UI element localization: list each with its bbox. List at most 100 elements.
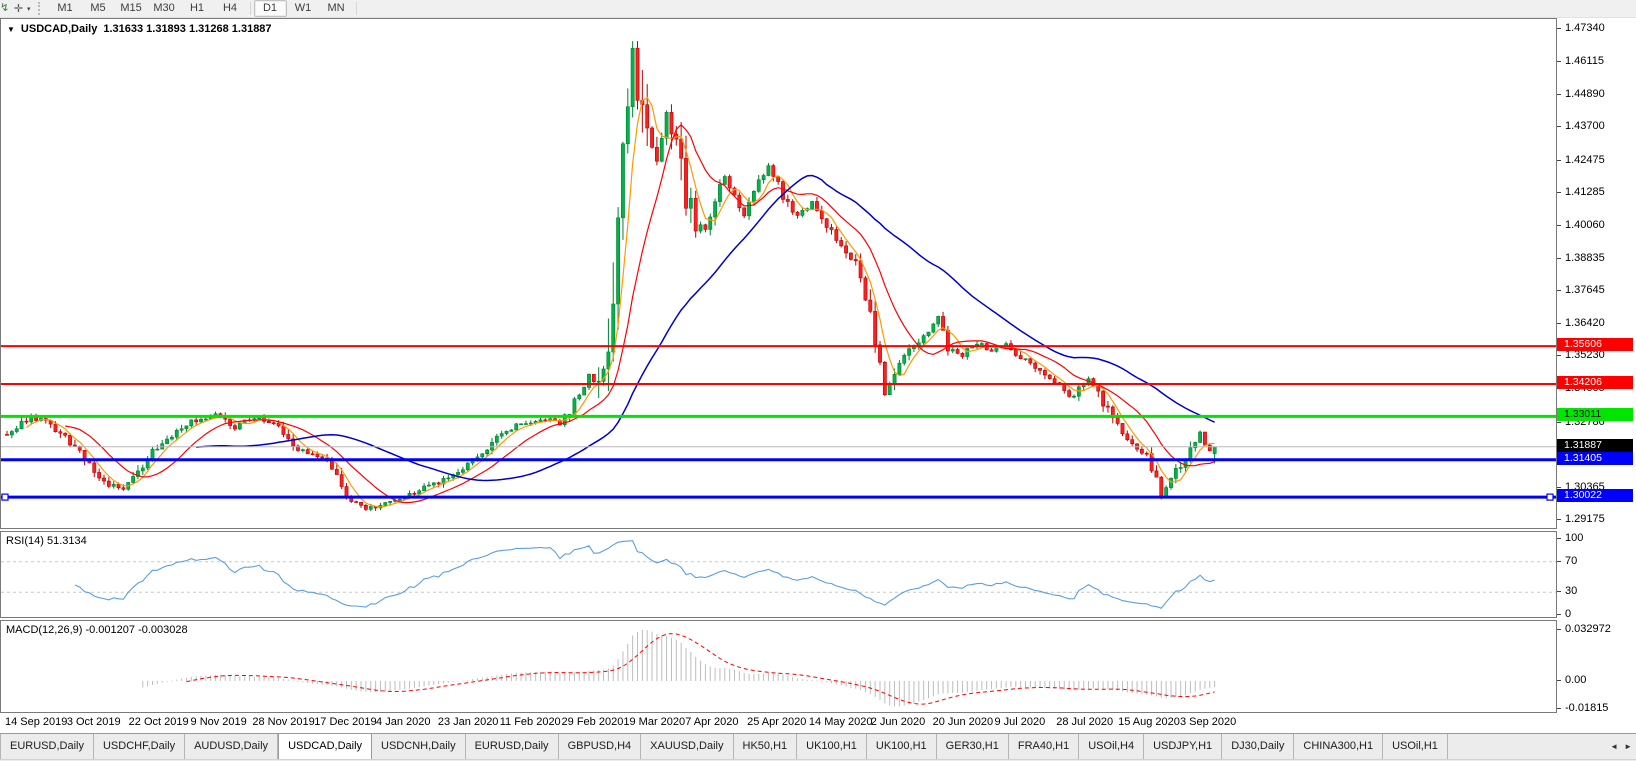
chart-tab-usoil-h1[interactable]: USOil,H1 bbox=[1383, 734, 1448, 759]
timeframe-button-m30[interactable]: M30 bbox=[148, 0, 181, 17]
chart-tab-gbpusd-h4[interactable]: GBPUSD,H4 bbox=[559, 734, 642, 759]
chart-tabs: EURUSD,DailyUSDCHF,DailyAUDUSD,DailyUSDC… bbox=[0, 734, 1636, 759]
rsi-axis-tick: 30 bbox=[1557, 585, 1577, 598]
time-axis-label: 2 Jun 2020 bbox=[871, 716, 925, 728]
rsi-plot-svg[interactable] bbox=[1, 532, 1556, 617]
time-axis-label: 29 Feb 2020 bbox=[562, 716, 624, 728]
chart-tab-usdchf-daily[interactable]: USDCHF,Daily bbox=[94, 734, 185, 759]
chart-tab-usoil-h4[interactable]: USOil,H4 bbox=[1079, 734, 1144, 759]
price-axis-tick: 1.41285 bbox=[1557, 186, 1605, 199]
resistance-line-price-badge: 1.34206 bbox=[1557, 376, 1633, 389]
chart-tab-usdjpy-h1[interactable]: USDJPY,H1 bbox=[1144, 734, 1222, 759]
chart-title-dropdown-icon[interactable]: ▼ bbox=[7, 25, 15, 34]
chart-tab-china300-h1[interactable]: CHINA300,H1 bbox=[1294, 734, 1383, 759]
current-price-line-price-badge: 1.31887 bbox=[1557, 439, 1633, 452]
price-axis-tick: 1.43700 bbox=[1557, 120, 1605, 133]
price-axis-tick: 1.36420 bbox=[1557, 317, 1605, 330]
macd-indicator-label: MACD(12,26,9) -0.001207 -0.003028 bbox=[6, 624, 188, 636]
price-axis-tick: 1.44890 bbox=[1557, 88, 1605, 101]
main-chart-pane: ▼ USDCAD,Daily 1.31633 1.31893 1.31268 1… bbox=[0, 18, 1636, 529]
macd-axis-tick: 0.032972 bbox=[1557, 623, 1611, 636]
toolbar-separator bbox=[356, 2, 357, 15]
candlestick-plot-svg[interactable] bbox=[1, 19, 1556, 528]
time-axis[interactable]: 14 Sep 20193 Oct 2019 22 Oct 20199 Nov 20… bbox=[0, 713, 1636, 733]
time-axis-label: 17 Dec 2019 bbox=[314, 716, 376, 728]
timeframe-button-m1[interactable]: M1 bbox=[49, 0, 82, 17]
chart-tab-xauusd-daily[interactable]: XAUUSD,Daily bbox=[641, 734, 733, 759]
time-axis-label: 23 Jan 2020 bbox=[438, 716, 499, 728]
rsi-pane: RSI(14) 51.3134 10070300 bbox=[0, 531, 1636, 618]
time-axis-label: 14 May 2020 bbox=[809, 716, 873, 728]
timeframe-button-d1[interactable]: D1 bbox=[254, 0, 287, 17]
time-axis-label: 19 Mar 2020 bbox=[623, 716, 685, 728]
price-axis-tick: 1.42475 bbox=[1557, 154, 1605, 167]
time-axis-label: 22 Oct 2019 bbox=[129, 716, 189, 728]
macd-plot[interactable]: MACD(12,26,9) -0.001207 -0.003028 bbox=[0, 620, 1557, 713]
time-axis-label: 15 Aug 2020 bbox=[1118, 716, 1180, 728]
main-price-axis[interactable]: 1.47340 1.46115 1.44890 1.43700 1.42475 1.412… bbox=[1557, 18, 1636, 529]
price-axis-tick: 1.40060 bbox=[1557, 219, 1605, 232]
timeframe-button-mn[interactable]: MN bbox=[320, 0, 353, 17]
price-axis-tick: 1.35230 bbox=[1557, 349, 1605, 362]
tool-dropdown-arrow-icon[interactable]: ▾ bbox=[27, 5, 31, 13]
toolbar-separator bbox=[250, 2, 251, 15]
chart-tab-dj30-daily[interactable]: DJ30,Daily bbox=[1222, 734, 1294, 759]
chart-tab-eurusd-daily[interactable]: EURUSD,Daily bbox=[0, 734, 94, 759]
chart-tab-usdcad-daily[interactable]: USDCAD,Daily bbox=[278, 734, 372, 759]
time-axis-label: 28 Jul 2020 bbox=[1056, 716, 1113, 728]
chart-tab-eurusd-daily[interactable]: EURUSD,Daily bbox=[466, 734, 559, 759]
price-axis-tick: 1.38835 bbox=[1557, 252, 1605, 265]
chart-workspace: ▼ USDCAD,Daily 1.31633 1.31893 1.31268 1… bbox=[0, 18, 1636, 733]
chart-tab-bar: EURUSD,DailyUSDCHF,DailyAUDUSD,DailyUSDC… bbox=[0, 733, 1636, 759]
chart-tab-ger30-h1[interactable]: GER30,H1 bbox=[937, 734, 1009, 759]
time-axis-label: 7 Apr 2020 bbox=[685, 716, 738, 728]
macd-plot-svg[interactable] bbox=[1, 621, 1556, 712]
tab-scroll-left-icon[interactable]: ◄ bbox=[1610, 742, 1618, 751]
time-axis-label: 28 Nov 2019 bbox=[252, 716, 314, 728]
pivot-line-price-badge: 1.33011 bbox=[1557, 408, 1633, 421]
mt4-terminal-window: ↯ ✛ ▾ M1M5M15M30H1H4 D1W1MN ▼ USDCAD,Dail… bbox=[0, 0, 1636, 761]
timeframe-button-h1[interactable]: H1 bbox=[181, 0, 214, 17]
chart-tab-uk100-h1[interactable]: UK100,H1 bbox=[867, 734, 937, 759]
rsi-plot[interactable]: RSI(14) 51.3134 bbox=[0, 531, 1557, 618]
timeframe-button-w1[interactable]: W1 bbox=[287, 0, 320, 17]
price-axis-tick: 1.29175 bbox=[1557, 513, 1605, 526]
time-axis-label: 4 Jan 2020 bbox=[376, 716, 430, 728]
toolbar-grip[interactable] bbox=[38, 2, 45, 15]
clipped-tool-icon[interactable]: ↯ bbox=[0, 1, 10, 16]
rsi-axis[interactable]: 10070300 bbox=[1557, 531, 1636, 618]
time-axis-label: 9 Nov 2019 bbox=[191, 716, 247, 728]
timeframe-button-m15[interactable]: M15 bbox=[115, 0, 148, 17]
chart-tab-hk50-h1[interactable]: HK50,H1 bbox=[734, 734, 798, 759]
rsi-indicator-label: RSI(14) 51.3134 bbox=[6, 535, 87, 547]
chart-tab-uk100-h1[interactable]: UK100,H1 bbox=[797, 734, 867, 759]
time-axis-label: 3 Oct 2019 bbox=[67, 716, 121, 728]
chart-symbol-label: USDCAD,Daily bbox=[21, 23, 97, 35]
time-axis-label: 9 Jul 2020 bbox=[994, 716, 1045, 728]
price-axis-tick: 1.37645 bbox=[1557, 284, 1605, 297]
time-axis-label: 3 Sep 2020 bbox=[1180, 716, 1236, 728]
timeframe-buttons: M1M5M15M30H1H4 D1W1MN bbox=[49, 0, 360, 17]
macd-axis[interactable]: 0.0329720.00-0.01815 bbox=[1557, 620, 1636, 713]
timeframe-toolbar: ↯ ✛ ▾ M1M5M15M30H1H4 D1W1MN bbox=[0, 0, 1636, 18]
chart-tab-usdcnh-daily[interactable]: USDCNH,Daily bbox=[372, 734, 466, 759]
crosshair-tool-icon[interactable]: ✛ bbox=[10, 1, 27, 16]
timeframe-button-h4[interactable]: H4 bbox=[214, 0, 247, 17]
main-plot[interactable]: ▼ USDCAD,Daily 1.31633 1.31893 1.31268 1… bbox=[0, 18, 1557, 529]
chart-tab-fra40-h1[interactable]: FRA40,H1 bbox=[1009, 734, 1079, 759]
resistance-line-price-badge: 1.35606 bbox=[1557, 338, 1633, 351]
price-axis-tick: 1.47340 bbox=[1557, 22, 1605, 35]
time-axis-label: 20 Jun 2020 bbox=[933, 716, 994, 728]
tab-scroll-arrows: ◄ ► bbox=[1606, 734, 1636, 759]
time-axis-label: 25 Apr 2020 bbox=[747, 716, 806, 728]
support-line-price-badge: 1.31405 bbox=[1557, 452, 1633, 465]
tab-scroll-right-icon[interactable]: ► bbox=[1624, 742, 1632, 751]
macd-axis-tick: 0.00 bbox=[1557, 674, 1586, 687]
support-line-price-badge: 1.30022 bbox=[1557, 489, 1633, 502]
chart-title: ▼ USDCAD,Daily 1.31633 1.31893 1.31268 1… bbox=[7, 23, 272, 35]
rsi-axis-tick: 100 bbox=[1557, 532, 1583, 545]
price-axis-tick: 1.46115 bbox=[1557, 55, 1604, 68]
chart-tab-audusd-daily[interactable]: AUDUSD,Daily bbox=[185, 734, 278, 759]
timeframe-button-m5[interactable]: M5 bbox=[82, 0, 115, 17]
time-axis-label: 14 Sep 2019 bbox=[5, 716, 67, 728]
